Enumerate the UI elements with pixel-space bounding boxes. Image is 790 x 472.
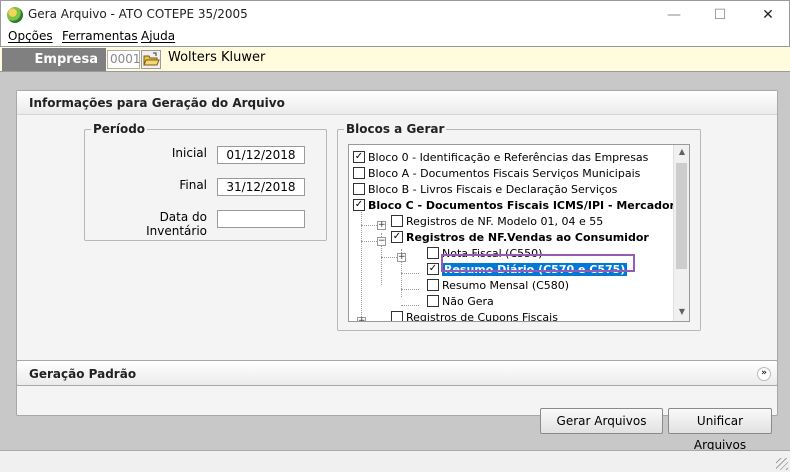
title-bar: Gera Arquivo - ATO COTEPE 35/2005 — ☐ ✕	[0, 0, 790, 28]
company-code-field[interactable]: 0001	[107, 50, 141, 69]
checkbox[interactable]	[353, 183, 365, 195]
menu-bar: Opções Ferramentas Ajuda	[0, 28, 790, 46]
blocos-tree[interactable]: + − + + ✓ Bloco 0 - Identificação e Refe…	[348, 144, 690, 322]
checkbox[interactable]	[391, 215, 403, 227]
tree-item-resumo-mensal[interactable]: Resumo Mensal (C580)	[427, 277, 569, 293]
company-name: Wolters Kluwer	[168, 50, 266, 65]
tree-line	[361, 321, 379, 322]
tree-line	[401, 273, 419, 274]
info-panel-title: Informações para Geração do Arquivo	[29, 96, 285, 110]
app-icon	[7, 7, 23, 23]
tree-item-bloco-c[interactable]: ✓ Bloco C - Documentos Fiscais ICMS/IPI …	[353, 197, 690, 213]
unificar-arquivos-button[interactable]: Unificar Arquivos	[668, 408, 772, 452]
tree-item-nf-vendas[interactable]: ✓ Registros de NF.Vendas ao Consumidor	[391, 229, 649, 245]
tree-line	[401, 305, 419, 306]
company-label: Empresa	[2, 48, 106, 71]
inicial-label: Inicial	[171, 146, 207, 160]
tree-item-label: Bloco 0 - Identificação e Referências da…	[368, 150, 649, 164]
geracao-padrao-title: Geração Padrão	[29, 367, 137, 381]
company-bar: Empresa 0001 Wolters Kluwer	[0, 46, 790, 72]
checkbox[interactable]: ✓	[353, 199, 365, 211]
final-label: Final	[179, 178, 207, 192]
resize-grip-icon[interactable]	[776, 458, 788, 470]
tree-item-label: Bloco B - Livros Fiscais e Declaração Se…	[368, 182, 618, 196]
tree-scrollbar[interactable]: ▲ ▼	[673, 145, 689, 321]
tree-item-label: Resumo Mensal (C580)	[442, 278, 570, 292]
gerar-arquivos-button[interactable]: Gerar Arquivos	[540, 408, 663, 434]
tree-item-cupons-fiscais[interactable]: Registros de Cupons Fiscais	[391, 309, 558, 322]
tree-item-label: Não Gera	[442, 294, 494, 308]
tree-item-nao-gera[interactable]: Não Gera	[427, 293, 494, 309]
expand-icon[interactable]: +	[357, 317, 366, 321]
geracao-padrao-panel[interactable]: Geração Padrão »	[16, 360, 778, 386]
checkbox[interactable]	[391, 311, 403, 321]
periodo-title: Período	[91, 122, 148, 136]
menu-ajuda[interactable]: Ajuda	[141, 29, 175, 43]
inventario-date-field[interactable]	[217, 210, 305, 228]
checkbox[interactable]: ✓	[391, 231, 403, 243]
close-button[interactable]: ✕	[753, 5, 783, 25]
blocos-title: Blocos a Gerar	[344, 122, 447, 136]
inventario-label: Data do Inventário	[146, 210, 207, 238]
scroll-thumb[interactable]	[676, 163, 687, 269]
tree-item-bloco-a[interactable]: Bloco A - Documentos Fiscais Serviços Mu…	[353, 165, 640, 181]
menu-opcoes[interactable]: Opções	[8, 29, 53, 43]
open-folder-button[interactable]	[141, 50, 161, 69]
content-area: Informações para Geração do Arquivo Perí…	[2, 72, 788, 452]
tree-item-bloco-b[interactable]: Bloco B - Livros Fiscais e Declaração Se…	[353, 181, 617, 197]
window-title: Gera Arquivo - ATO COTEPE 35/2005	[28, 7, 248, 21]
minimize-button[interactable]: —	[659, 5, 689, 25]
status-bar	[0, 450, 790, 472]
tree-item-label: Bloco A - Documentos Fiscais Serviços Mu…	[368, 166, 641, 180]
final-date-field[interactable]: 31/12/2018	[217, 178, 305, 196]
open-folder-icon	[143, 52, 160, 66]
tree-item-label: Registros de NF.Vendas ao Consumidor	[406, 230, 649, 244]
scroll-up-icon[interactable]: ▲	[677, 147, 687, 156]
checkbox[interactable]	[427, 295, 439, 307]
checkbox[interactable]: ✓	[427, 263, 439, 275]
tree-item-nf-modelo[interactable]: Registros de NF. Modelo 01, 04 e 55	[391, 213, 603, 229]
collapse-icon[interactable]: −	[377, 237, 386, 246]
chevron-down-icon[interactable]: »	[757, 367, 771, 381]
checkbox[interactable]	[427, 279, 439, 291]
tree-item-bloco-0[interactable]: ✓ Bloco 0 - Identificação e Referências …	[353, 149, 648, 165]
info-panel-header: Informações para Geração do Arquivo	[17, 91, 777, 115]
periodo-group: Período Inicial 01/12/2018 Final 31/12/2…	[84, 122, 327, 241]
menu-ferramentas[interactable]: Ferramentas	[62, 29, 138, 43]
blocos-group: Blocos a Gerar + − + + ✓ Bloco 0 - Ident…	[337, 122, 701, 331]
checkbox[interactable]	[427, 247, 439, 259]
scroll-down-icon[interactable]: ▼	[677, 307, 687, 316]
selection-highlight-frame	[441, 254, 635, 272]
tree-line	[401, 289, 419, 290]
maximize-button[interactable]: ☐	[705, 5, 735, 25]
expand-icon[interactable]: +	[397, 253, 406, 262]
tree-item-label: Bloco C - Documentos Fiscais ICMS/IPI - …	[368, 198, 690, 212]
inicial-date-field[interactable]: 01/12/2018	[217, 146, 305, 164]
tree-item-label: Registros de Cupons Fiscais	[406, 310, 558, 322]
checkbox[interactable]: ✓	[353, 151, 365, 163]
checkbox[interactable]	[353, 167, 365, 179]
expand-icon[interactable]: +	[377, 221, 386, 230]
tree-item-label: Registros de NF. Modelo 01, 04 e 55	[406, 214, 604, 228]
